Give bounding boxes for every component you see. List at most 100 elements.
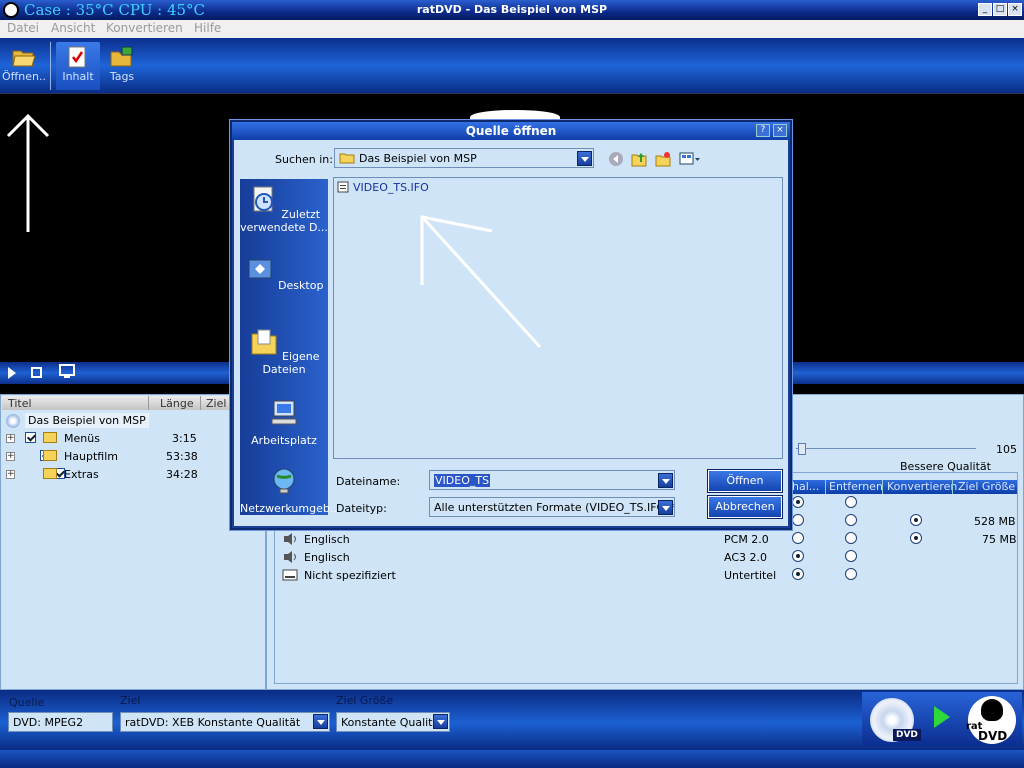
- toolbar: [0, 38, 1024, 94]
- tree-item-length: 53:38: [166, 450, 198, 463]
- keep-radio[interactable]: [792, 532, 804, 544]
- file-item[interactable]: VIDEO_TS.IFO: [353, 181, 429, 194]
- size-label: Ziel Größe: [336, 694, 394, 707]
- target-select[interactable]: ratDVD: XEB Konstante Qualität: [120, 712, 330, 732]
- menu-ansicht[interactable]: Ansicht: [51, 21, 95, 35]
- subtitle-icon: [282, 569, 298, 581]
- tree-item-label[interactable]: Hauptfilm: [64, 450, 118, 463]
- menu-konvertieren[interactable]: Konvertieren: [106, 21, 183, 35]
- place-recent[interactable]: Zuletzt verwendete D...: [240, 186, 328, 234]
- new-folder-icon[interactable]: [655, 151, 671, 167]
- dialog-close-button[interactable]: ×: [773, 124, 787, 137]
- size-dropdown-icon[interactable]: [433, 714, 448, 729]
- maximize-button[interactable]: □: [993, 3, 1007, 16]
- tree-item-label[interactable]: Extras: [64, 468, 99, 481]
- folder-open-icon: [12, 50, 36, 67]
- remove-radio[interactable]: [845, 532, 857, 544]
- checklist-icon: [68, 46, 86, 68]
- annotation-arrow-up: [6, 113, 50, 232]
- menu-hilfe[interactable]: Hilfe: [194, 21, 221, 35]
- cancel-button[interactable]: Abbrechen: [707, 495, 783, 519]
- convert-radio[interactable]: [910, 514, 922, 526]
- look-in-select[interactable]: Das Beispiel von MSP: [334, 148, 594, 168]
- place-desktop[interactable]: Desktop: [240, 257, 328, 292]
- dvd-badge: DVD: [893, 729, 921, 741]
- column-length[interactable]: Länge: [160, 397, 194, 410]
- keep-radio[interactable]: [792, 514, 804, 526]
- my-documents-icon: [251, 329, 276, 355]
- col-target-size[interactable]: Ziel Größe: [958, 480, 1015, 493]
- play-icon[interactable]: [8, 367, 16, 379]
- dialog-title: Quelle öffnen: [232, 122, 790, 140]
- dialog-help-button[interactable]: ?: [756, 124, 770, 137]
- film-folder-icon: [43, 450, 57, 461]
- filename-input[interactable]: VIDEO_TS: [429, 470, 675, 490]
- toolbar-divider: [50, 42, 51, 90]
- keep-radio[interactable]: [792, 550, 804, 562]
- expand-icon[interactable]: +: [6, 452, 15, 461]
- target-size: 75 MB: [982, 533, 1017, 546]
- checkbox-menus[interactable]: [25, 432, 36, 443]
- convert-radio[interactable]: [910, 532, 922, 544]
- place-my-computer-label: Arbeitsplatz: [251, 434, 317, 447]
- filetype-label: Dateityp:: [336, 502, 387, 515]
- col-remove[interactable]: Entfernen: [829, 480, 883, 493]
- col-convert[interactable]: Konvertieren: [887, 480, 957, 493]
- close-button[interactable]: ×: [1008, 3, 1022, 16]
- place-network[interactable]: Netzwerkumgeb...: [240, 467, 340, 515]
- open-button[interactable]: Öffnen..: [2, 42, 46, 90]
- stream-format: PCM 2.0: [724, 533, 769, 546]
- remove-radio[interactable]: [845, 568, 857, 580]
- filetype-dropdown-icon[interactable]: [658, 500, 673, 515]
- back-icon[interactable]: [608, 151, 624, 167]
- minimize-button[interactable]: _: [978, 3, 992, 16]
- folder-icon: [339, 153, 355, 164]
- remove-radio[interactable]: [845, 496, 857, 508]
- filename-dropdown-icon[interactable]: [658, 473, 673, 488]
- tree-root[interactable]: Das Beispiel von MSP: [25, 413, 149, 428]
- column-title[interactable]: Titel: [8, 397, 32, 410]
- place-desktop-label: Desktop: [278, 279, 324, 292]
- my-computer-icon: [271, 400, 297, 425]
- col-keep[interactable]: hal...: [792, 480, 819, 493]
- filetype-select[interactable]: Alle unterstützten Formate (VIDEO_TS.IFO…: [429, 497, 675, 517]
- up-folder-icon[interactable]: [631, 151, 647, 167]
- target-size: 528 MB: [974, 515, 1016, 528]
- quality-value: 105: [996, 443, 1017, 456]
- stream-format: Untertitel: [724, 569, 777, 582]
- content-tab-button[interactable]: Inhalt: [56, 42, 100, 90]
- stream-grid-header: hal... Entfernen Konvertieren Ziel Größe: [788, 480, 1017, 494]
- keep-radio[interactable]: [792, 568, 804, 580]
- tags-folder-icon: [110, 46, 133, 67]
- ifo-file-icon: [337, 181, 349, 193]
- target-label: Ziel: [120, 694, 141, 707]
- keep-radio[interactable]: [792, 496, 804, 508]
- start-conversion-icon[interactable]: [934, 706, 950, 728]
- place-my-documents[interactable]: Eigene Dateien: [240, 328, 328, 376]
- place-my-computer[interactable]: Arbeitsplatz: [240, 399, 328, 447]
- expand-icon[interactable]: +: [6, 470, 15, 479]
- source-field[interactable]: DVD: MPEG2: [8, 712, 113, 732]
- open-file-button[interactable]: Öffnen: [707, 469, 783, 493]
- look-in-dropdown-icon[interactable]: [577, 151, 592, 166]
- tree-item-label[interactable]: Menüs: [64, 432, 100, 445]
- tree-item-length: 3:15: [172, 432, 197, 445]
- menu-datei[interactable]: Datei: [7, 21, 39, 35]
- place-network-label: Netzwerkumgeb...: [240, 502, 341, 515]
- stream-format: AC3 2.0: [724, 551, 768, 564]
- stream-name: Nicht spezifiziert: [304, 569, 396, 582]
- quality-slider-thumb[interactable]: [798, 443, 806, 455]
- stop-icon[interactable]: [31, 367, 42, 378]
- view-menu-icon[interactable]: [679, 151, 701, 167]
- filename-value: VIDEO_TS: [434, 474, 491, 487]
- monitor-icon[interactable]: [58, 364, 76, 380]
- remove-radio[interactable]: [845, 550, 857, 562]
- filename-label: Dateiname:: [336, 475, 401, 488]
- tags-button[interactable]: Tags: [100, 42, 144, 90]
- target-dropdown-icon[interactable]: [313, 714, 328, 729]
- remove-radio[interactable]: [845, 514, 857, 526]
- network-icon: [273, 468, 295, 494]
- quality-slider-track[interactable]: [796, 448, 976, 449]
- content-label: Inhalt: [62, 70, 94, 83]
- expand-icon[interactable]: +: [6, 434, 15, 443]
